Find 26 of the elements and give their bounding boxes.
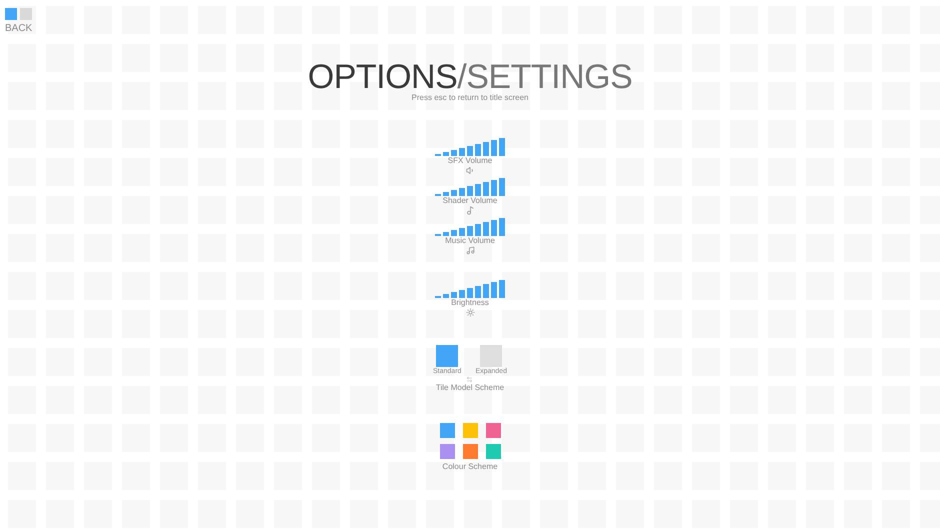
toggle-square[interactable] bbox=[20, 8, 32, 20]
slider-label: Shader Volume bbox=[442, 196, 498, 206]
speaker-icon bbox=[466, 166, 474, 175]
slider-label: Music Volume bbox=[445, 236, 495, 246]
volume-bars[interactable] bbox=[435, 139, 505, 156]
colour-swatch[interactable] bbox=[486, 444, 500, 459]
hint-text: Press esc to return to title screen bbox=[412, 93, 528, 103]
mode-label: Tile Model Scheme bbox=[436, 383, 504, 393]
mode-option[interactable] bbox=[436, 345, 458, 367]
slider-label: SFX Volume bbox=[448, 156, 492, 166]
colour-swatch[interactable] bbox=[486, 423, 500, 438]
colour-swatch[interactable] bbox=[440, 423, 454, 438]
volume-bars[interactable] bbox=[435, 281, 505, 298]
slider-label: Brightness bbox=[451, 298, 489, 308]
music-note-icon bbox=[466, 206, 474, 215]
colour-swatch[interactable] bbox=[462, 444, 478, 459]
sun-icon bbox=[466, 308, 474, 317]
toggle-square[interactable] bbox=[5, 8, 17, 20]
volume-bars[interactable] bbox=[435, 219, 505, 236]
colour-swatch[interactable] bbox=[462, 423, 478, 438]
colour-label: Colour Scheme bbox=[442, 462, 498, 472]
colour-swatch[interactable] bbox=[440, 444, 454, 459]
volume-bars[interactable] bbox=[435, 179, 505, 196]
swap-icon bbox=[465, 376, 474, 383]
music-notes-icon bbox=[466, 246, 474, 255]
back-button[interactable]: BACK bbox=[5, 23, 32, 35]
